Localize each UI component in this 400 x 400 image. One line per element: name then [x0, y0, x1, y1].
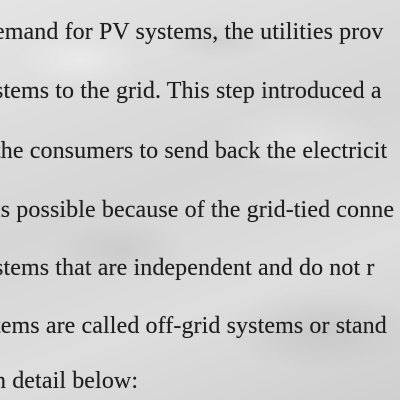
text-line-6: tems are called off-grid systems or stan… — [0, 313, 387, 339]
text-line-2: stems to the grid. This step introduced … — [0, 78, 382, 104]
text-line-4: is possible because of the grid-tied con… — [0, 197, 395, 223]
text-line-3: the consumers to send back the electrici… — [0, 138, 388, 164]
text-line-7: n detail below: — [0, 368, 139, 394]
text-line-1: emand for PV systems, the utilities prov — [0, 19, 384, 45]
paper-document: emand for PV systems, the utilities prov… — [0, 0, 400, 400]
text-line-5: stems that are independent and do not r — [0, 255, 375, 281]
